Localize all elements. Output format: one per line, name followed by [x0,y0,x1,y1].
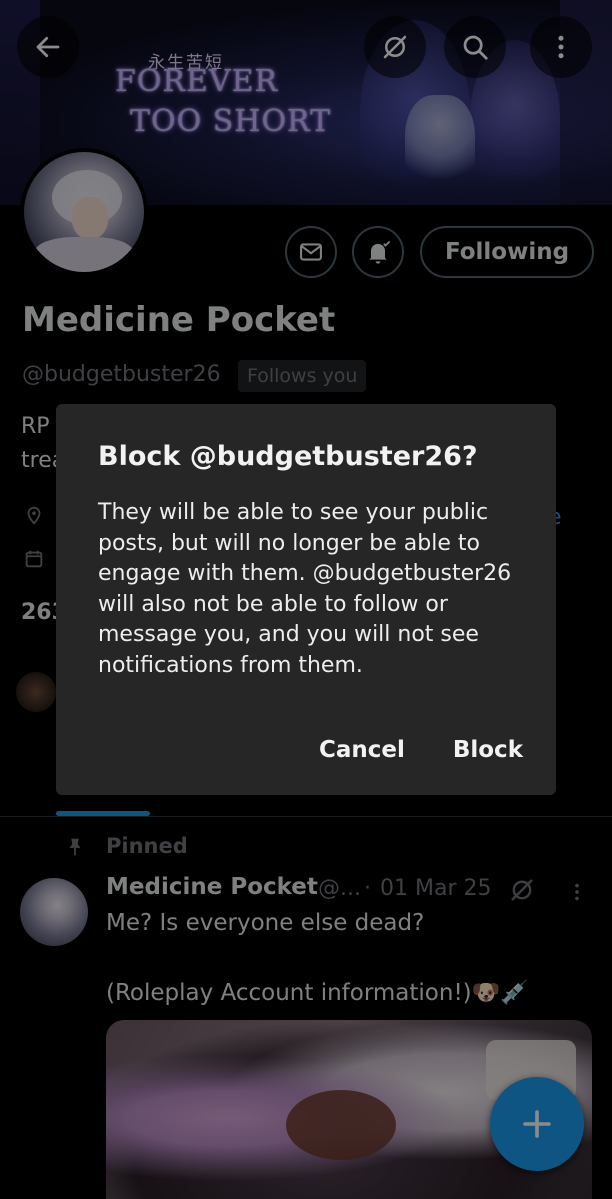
block-button[interactable]: Block [453,737,523,763]
block-dialog: Block @budgetbuster26? They will be able… [56,404,556,795]
dialog-actions: Cancel Block [319,737,523,763]
cancel-button[interactable]: Cancel [319,737,405,763]
profile-screen: 永生苦短 FOREVER TOO SHORT Following Medicin… [0,0,612,1199]
dialog-message: They will be able to see your public pos… [98,500,512,678]
dialog-title: Block @budgetbuster26? [98,441,478,472]
